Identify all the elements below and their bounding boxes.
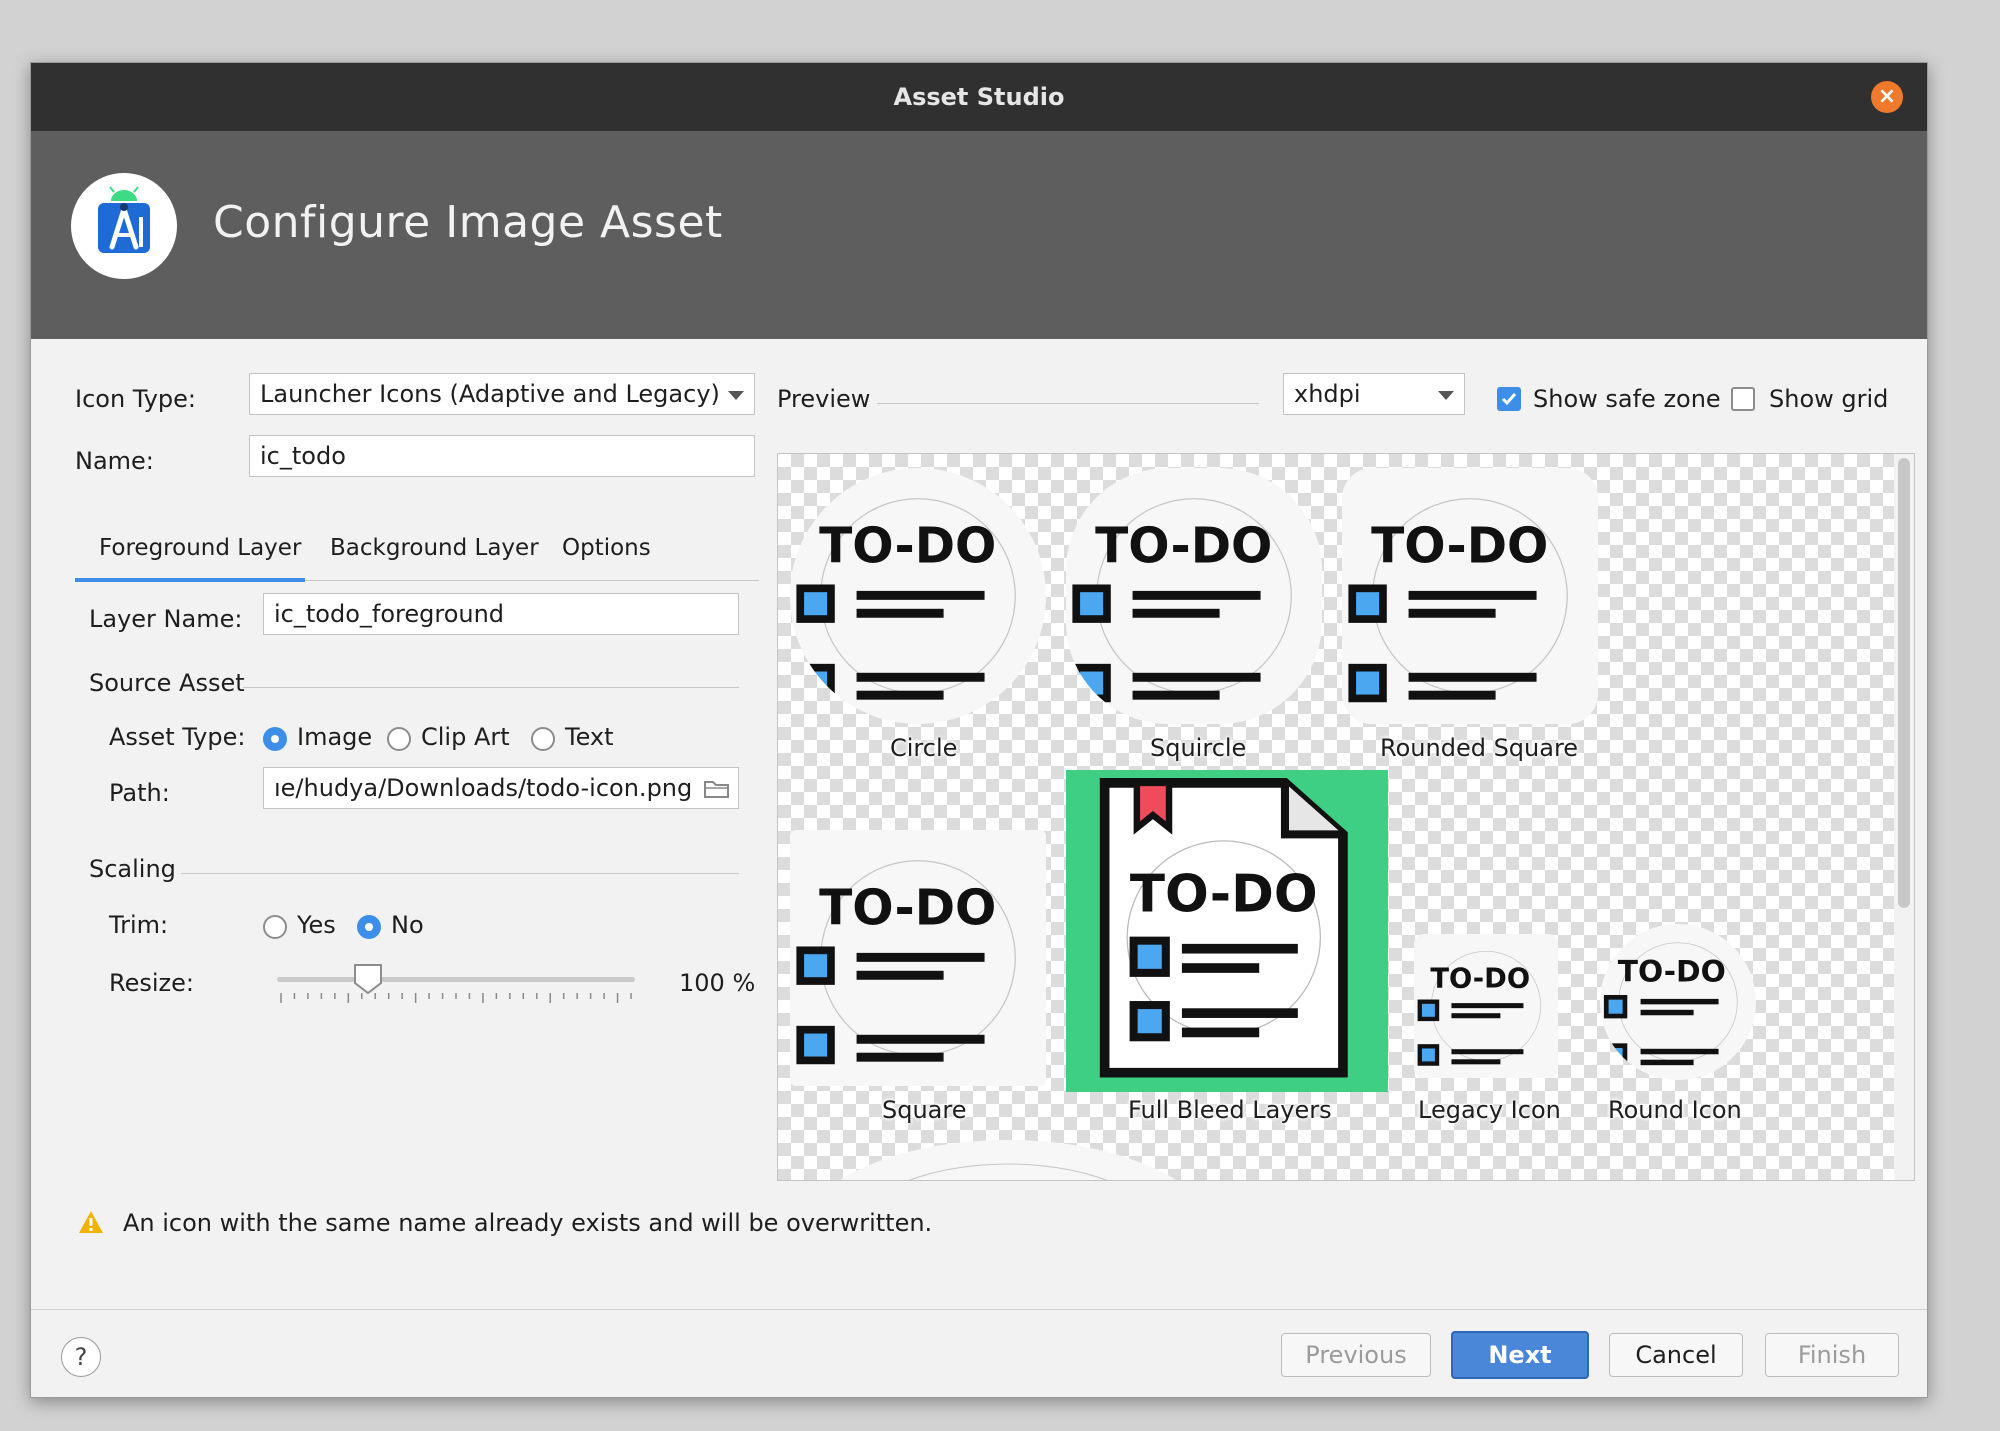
svg-text:TO-DO: TO-DO	[819, 881, 996, 937]
tab-foreground-layer[interactable]: Foreground Layer	[99, 535, 301, 561]
next-button[interactable]: Next	[1451, 1331, 1589, 1379]
trim-no-label[interactable]: No	[391, 911, 424, 939]
show-safe-zone-label[interactable]: Show safe zone	[1533, 385, 1721, 413]
svg-text:TO-DO: TO-DO	[846, 1179, 1137, 1181]
icon-type-value: Launcher Icons (Adaptive and Legacy)	[260, 380, 720, 408]
todo-list-icon: TO-DO	[1603, 942, 1738, 1067]
finish-button[interactable]: Finish	[1765, 1333, 1899, 1377]
resize-slider-thumb[interactable]	[353, 963, 383, 995]
density-select[interactable]: xhdpi	[1283, 373, 1465, 415]
preview-extra-icon: TO-DO	[798, 1140, 1218, 1181]
svg-text:TO-DO: TO-DO	[1095, 519, 1272, 575]
caption-square: Square	[882, 1096, 967, 1124]
show-grid-checkbox[interactable]	[1731, 387, 1755, 411]
scaling-heading: Scaling	[89, 855, 176, 883]
preview-heading: Preview	[777, 385, 871, 413]
asset-studio-dialog: Asset Studio × Configure Image Asset Ico…	[30, 62, 1928, 1398]
scaling-divider	[181, 873, 739, 874]
svg-text:TO-DO: TO-DO	[819, 519, 996, 575]
caption-round-icon: Round Icon	[1608, 1096, 1742, 1124]
asset-type-clipart-label[interactable]: Clip Art	[421, 723, 510, 751]
tab-background-layer[interactable]: Background Layer	[330, 535, 539, 561]
todo-list-icon: TO-DO	[1099, 778, 1348, 1078]
folder-icon[interactable]	[703, 777, 731, 799]
layer-name-input[interactable]: ic_todo_foreground	[263, 593, 739, 635]
preview-rounded-square-icon: TO-DO	[1342, 468, 1598, 724]
caption-circle: Circle	[890, 734, 958, 762]
svg-text:TO-DO: TO-DO	[1618, 954, 1726, 989]
preview-divider	[877, 403, 1259, 404]
path-input[interactable]: ıe/hudya/Downloads/todo-icon.png	[263, 767, 739, 809]
todo-list-icon: TO-DO	[1417, 950, 1542, 1066]
caption-full-bleed: Full Bleed Layers	[1128, 1096, 1332, 1124]
active-tab-indicator	[75, 578, 305, 582]
layer-name-label: Layer Name:	[89, 605, 243, 633]
chevron-down-icon	[728, 391, 744, 400]
page-title: Configure Image Asset	[213, 197, 723, 248]
asset-type-text-radio[interactable]	[531, 727, 555, 751]
previous-button[interactable]: Previous	[1281, 1333, 1431, 1377]
asset-type-image-label[interactable]: Image	[297, 723, 372, 751]
preview-scrollbar[interactable]	[1894, 454, 1914, 1180]
density-value: xhdpi	[1294, 380, 1361, 408]
asset-type-clipart-radio[interactable]	[387, 727, 411, 751]
resize-label: Resize:	[109, 969, 194, 997]
name-input[interactable]: ic_todo	[249, 435, 755, 477]
path-value: ıe/hudya/Downloads/todo-icon.png	[274, 774, 693, 802]
preview-round-icon: TO-DO	[1600, 924, 1756, 1080]
preview-canvas: TO-DO TO-DO TO-DO TO-DO TO-DO TO-DO TO-D…	[777, 453, 1915, 1181]
chevron-down-icon	[1438, 391, 1454, 400]
svg-text:TO-DO: TO-DO	[1371, 519, 1548, 575]
android-studio-logo	[71, 173, 177, 279]
todo-list-icon: TO-DO	[796, 498, 1016, 703]
preview-squircle-icon: TO-DO	[1066, 468, 1322, 724]
asset-type-label: Asset Type:	[109, 723, 246, 751]
icon-type-label: Icon Type:	[75, 385, 197, 413]
source-asset-heading: Source Asset	[89, 669, 245, 697]
help-button[interactable]: ?	[61, 1337, 101, 1377]
wizard-header: Configure Image Asset	[31, 131, 1927, 339]
svg-text:TO-DO: TO-DO	[1130, 865, 1318, 925]
trim-yes-label[interactable]: Yes	[297, 911, 336, 939]
resize-value: 100 %	[679, 969, 756, 997]
preview-square-icon: TO-DO	[790, 830, 1046, 1086]
window-title: Asset Studio	[893, 83, 1065, 111]
path-label: Path:	[109, 779, 170, 807]
warning-message: An icon with the same name already exist…	[123, 1209, 933, 1237]
caption-squircle: Squircle	[1150, 734, 1247, 762]
svg-text:TO-DO: TO-DO	[1430, 963, 1530, 994]
icon-type-select[interactable]: Launcher Icons (Adaptive and Legacy)	[249, 373, 755, 415]
preview-legacy-icon: TO-DO	[1414, 934, 1558, 1078]
resize-slider[interactable]	[277, 964, 635, 1009]
name-label: Name:	[75, 447, 154, 475]
tab-options[interactable]: Options	[562, 535, 651, 561]
todo-list-icon: TO-DO	[1072, 498, 1292, 703]
asset-type-image-radio[interactable]	[263, 727, 287, 751]
trim-no-radio[interactable]	[357, 915, 381, 939]
asset-type-text-label[interactable]: Text	[565, 723, 614, 751]
caption-legacy-icon: Legacy Icon	[1418, 1096, 1561, 1124]
footer-divider	[31, 1309, 1927, 1310]
close-icon[interactable]: ×	[1871, 81, 1903, 113]
todo-list-icon: TO-DO	[846, 1163, 1137, 1181]
warning-icon	[77, 1209, 105, 1235]
trim-yes-radio[interactable]	[263, 915, 287, 939]
preview-scrollbar-thumb[interactable]	[1898, 458, 1910, 908]
cancel-button[interactable]: Cancel	[1609, 1333, 1743, 1377]
resize-slider-ticks	[280, 993, 632, 1003]
show-safe-zone-checkbox[interactable]	[1497, 387, 1521, 411]
preview-circle-icon: TO-DO	[790, 468, 1046, 724]
caption-rounded-square: Rounded Square	[1380, 734, 1579, 762]
show-grid-label[interactable]: Show grid	[1769, 385, 1888, 413]
todo-list-icon: TO-DO	[1348, 498, 1568, 703]
preview-full-bleed-icon: TO-DO	[1066, 770, 1388, 1092]
window-titlebar[interactable]: Asset Studio ×	[31, 63, 1927, 131]
trim-label: Trim:	[109, 911, 169, 939]
todo-list-icon: TO-DO	[796, 860, 1016, 1065]
checkmark-icon	[1501, 393, 1517, 406]
source-asset-divider	[243, 687, 739, 688]
